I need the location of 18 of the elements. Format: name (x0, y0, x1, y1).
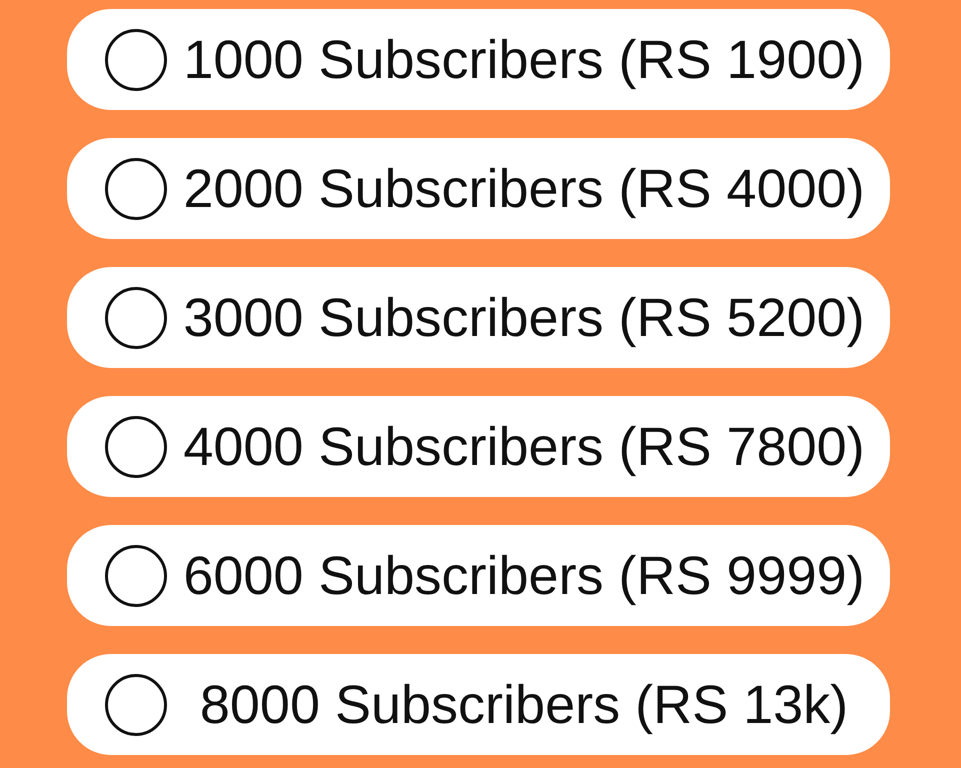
option-card[interactable]: 6000 Subscribers (RS 9999) (67, 525, 890, 626)
option-label: 1000 Subscribers (RS 1900) (183, 29, 865, 92)
option-card[interactable]: 8000 Subscribers (RS 13k) (67, 654, 890, 755)
option-card[interactable]: 3000 Subscribers (RS 5200) (67, 267, 890, 368)
option-label: 8000 Subscribers (RS 13k) (200, 674, 848, 737)
option-label: 6000 Subscribers (RS 9999) (183, 545, 865, 608)
radio-button[interactable] (105, 416, 167, 478)
radio-button[interactable] (105, 28, 167, 90)
option-card[interactable]: 4000 Subscribers (RS 7800) (67, 396, 890, 497)
radio-button[interactable] (105, 544, 167, 606)
radio-button[interactable] (105, 286, 167, 348)
option-card[interactable]: 2000 Subscribers (RS 4000) (67, 138, 890, 239)
option-label: 3000 Subscribers (RS 5200) (183, 287, 865, 350)
option-label: 2000 Subscribers (RS 4000) (183, 158, 865, 221)
radio-button[interactable] (105, 158, 167, 220)
option-label: 4000 Subscribers (RS 7800) (183, 416, 865, 479)
radio-button[interactable] (105, 674, 167, 736)
option-card[interactable]: 1000 Subscribers (RS 1900) (67, 9, 890, 110)
